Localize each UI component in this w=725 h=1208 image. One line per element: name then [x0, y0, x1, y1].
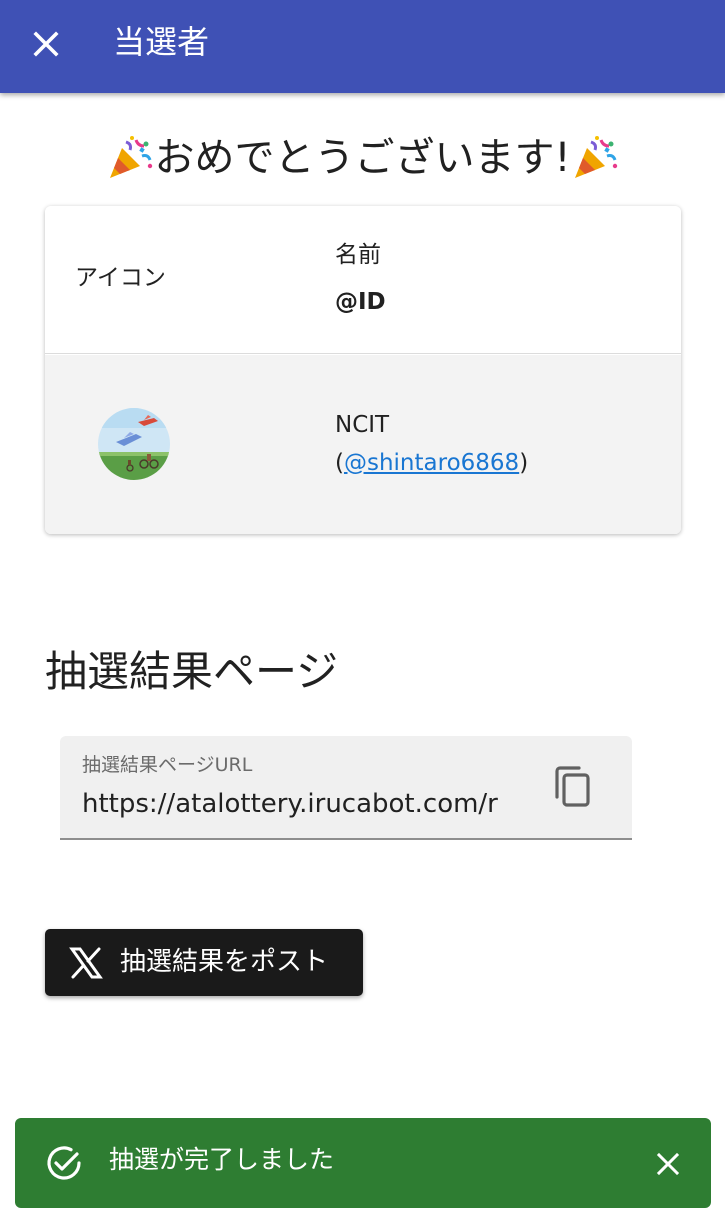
- header-icon: アイコン: [75, 265, 166, 291]
- snackbar-message: 抽選が完了しました: [109, 1145, 335, 1174]
- app-bar: 当選者: [0, 0, 725, 93]
- party-popper-icon: [574, 136, 617, 178]
- x-logo-icon: [69, 947, 103, 979]
- table-row: NCIT (@shintaro6868): [45, 355, 681, 534]
- winner-id: (@shintaro6868): [335, 447, 528, 479]
- copy-url-button[interactable]: [548, 762, 598, 812]
- post-result-label: 抽選結果をポスト: [120, 947, 329, 977]
- header-id: @ID: [335, 289, 386, 315]
- snackbar-close-button[interactable]: [648, 1144, 688, 1184]
- success-snackbar: 抽選が完了しました: [15, 1118, 711, 1208]
- result-url-label: 抽選結果ページURL: [82, 754, 253, 776]
- id-suffix: ): [519, 450, 529, 476]
- header-name: 名前: [335, 242, 381, 268]
- winner-name: NCIT: [335, 412, 390, 438]
- copy-icon: [555, 766, 590, 807]
- congrats-heading: おめでとうございます!: [0, 130, 725, 186]
- table-header: アイコン 名前 @ID: [45, 206, 681, 354]
- page-title: 当選者: [113, 23, 210, 61]
- close-icon: [656, 1152, 680, 1176]
- result-url-field[interactable]: 抽選結果ページURL https://atalottery.irucabot.c…: [60, 736, 632, 840]
- winner-id-link[interactable]: @shintaro6868: [344, 450, 519, 476]
- close-icon: [33, 31, 59, 57]
- avatar: [98, 408, 170, 480]
- winners-table: アイコン 名前 @ID NCIT (@shintaro6868): [45, 206, 681, 534]
- id-prefix: (: [335, 450, 344, 476]
- result-url-input[interactable]: https://atalottery.irucabot.com/r: [82, 786, 520, 822]
- post-result-button[interactable]: 抽選結果をポスト: [45, 929, 363, 996]
- close-button[interactable]: [24, 22, 68, 66]
- check-circle-icon: [47, 1146, 81, 1180]
- result-page-title: 抽選結果ページ: [45, 647, 339, 696]
- party-popper-icon: [110, 136, 153, 178]
- congrats-text: おめでとうございます!: [154, 135, 571, 181]
